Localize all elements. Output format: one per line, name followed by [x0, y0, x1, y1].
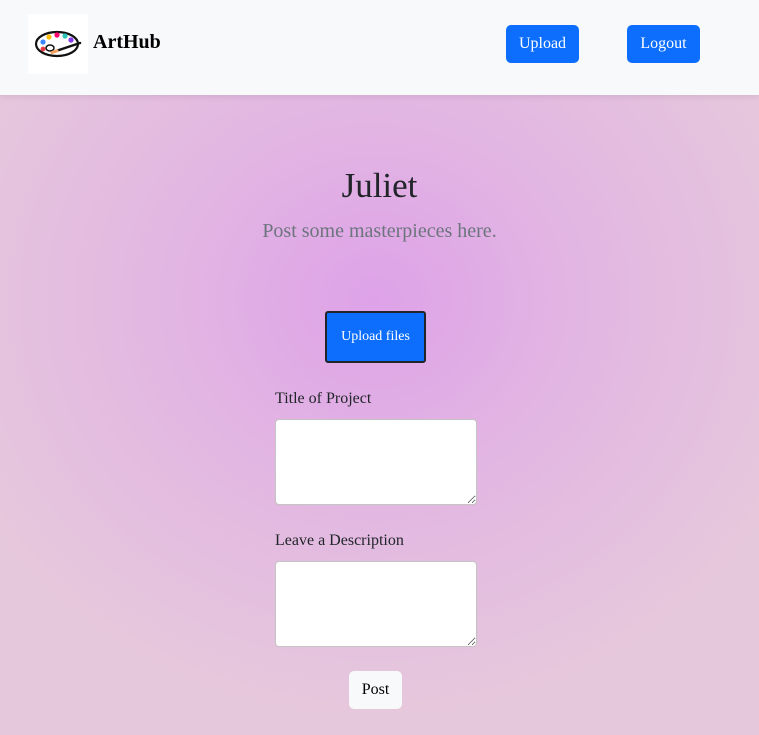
navbar: ArtHub Upload Logout	[0, 0, 759, 95]
upload-nav-button[interactable]: Upload	[506, 25, 579, 63]
paint-palette-icon[interactable]	[28, 14, 88, 74]
description-label: Leave a Description	[275, 532, 404, 549]
project-title-input[interactable]	[275, 419, 477, 505]
logout-button[interactable]: Logout	[627, 25, 700, 63]
upload-files-button[interactable]: Upload files	[325, 311, 426, 363]
profile-name: Juliet	[341, 166, 418, 205]
title-label: Title of Project	[275, 390, 372, 407]
post-button[interactable]: Post	[349, 671, 402, 709]
brand-name[interactable]: ArtHub	[93, 30, 161, 54]
profile-tagline: Post some masterpieces here.	[262, 220, 497, 242]
description-input[interactable]	[275, 561, 477, 647]
